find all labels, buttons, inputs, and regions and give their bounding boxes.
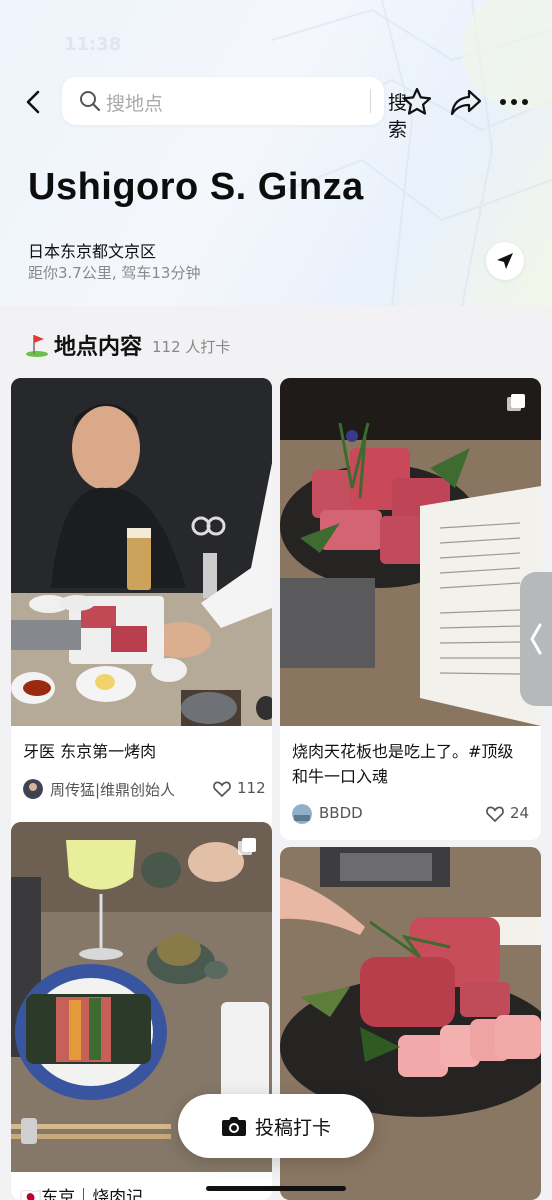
like-count: 112 bbox=[237, 779, 266, 797]
star-icon bbox=[402, 87, 432, 115]
post-photo bbox=[280, 378, 541, 726]
place-distance: 距你3.7公里, 驾车13分钟 bbox=[28, 264, 201, 282]
place-title: Ushigoro S. Ginza bbox=[28, 166, 364, 208]
golf-flag-icon bbox=[26, 335, 48, 357]
section-title: 地点内容 bbox=[54, 335, 143, 360]
checkin-post-label: 投稿打卡 bbox=[254, 1116, 331, 1139]
checkin-post-button[interactable]: 投稿打卡 bbox=[178, 1094, 374, 1158]
search-divider bbox=[370, 89, 371, 113]
heart-icon[interactable] bbox=[485, 804, 505, 824]
favorite-button[interactable] bbox=[399, 84, 435, 120]
chevron-left-icon bbox=[26, 90, 40, 114]
heart-icon[interactable] bbox=[212, 779, 232, 799]
post-card[interactable]: 牙医 东京第一烤肉 周传猛|维鼎创始人 112 bbox=[11, 378, 272, 840]
search-box[interactable]: 搜地点 搜索 bbox=[62, 77, 407, 141]
navigation-arrow-icon bbox=[497, 253, 513, 269]
checkin-count: 112 人打卡 bbox=[152, 337, 231, 356]
status-time: 11:38 bbox=[64, 34, 122, 55]
more-dots-icon bbox=[500, 99, 528, 105]
back-button[interactable] bbox=[16, 84, 52, 120]
post-photo bbox=[11, 378, 272, 726]
author-avatar bbox=[292, 804, 312, 824]
search-icon bbox=[80, 91, 101, 112]
more-button[interactable] bbox=[496, 84, 532, 120]
camera-icon bbox=[221, 1117, 246, 1136]
post-card[interactable]: 烧肉天花板也是吃上了。#顶级和牛一口入魂 BBDD 24 bbox=[280, 378, 541, 840]
share-arrow-icon bbox=[450, 89, 482, 116]
multi-image-icon bbox=[507, 394, 525, 411]
section-header: 地点内容 112 人打卡 bbox=[24, 330, 230, 360]
place-address: 日本东京都文京区 bbox=[28, 242, 157, 261]
top-nav: 搜地点 搜索 bbox=[0, 76, 552, 141]
home-indicator bbox=[206, 1186, 346, 1191]
author-avatar bbox=[23, 779, 43, 799]
chevron-left-icon bbox=[530, 623, 542, 655]
author-name[interactable]: BBDD bbox=[319, 804, 363, 822]
post-title: 牙医 东京第一烤肉 bbox=[23, 742, 157, 761]
post-title: 烧肉天花板也是吃上了。#顶级和牛一口入魂 bbox=[292, 742, 514, 786]
search-input[interactable]: 搜地点 bbox=[106, 89, 163, 116]
post-title: 🇯🇵东京｜烧肉记 bbox=[20, 1188, 144, 1200]
navigate-button[interactable] bbox=[486, 242, 524, 280]
side-panel-handle[interactable] bbox=[520, 572, 552, 706]
share-button[interactable] bbox=[448, 84, 484, 120]
multi-image-icon bbox=[238, 838, 256, 855]
like-count: 24 bbox=[510, 804, 530, 822]
author-name[interactable]: 周传猛|维鼎创始人 bbox=[50, 779, 175, 800]
